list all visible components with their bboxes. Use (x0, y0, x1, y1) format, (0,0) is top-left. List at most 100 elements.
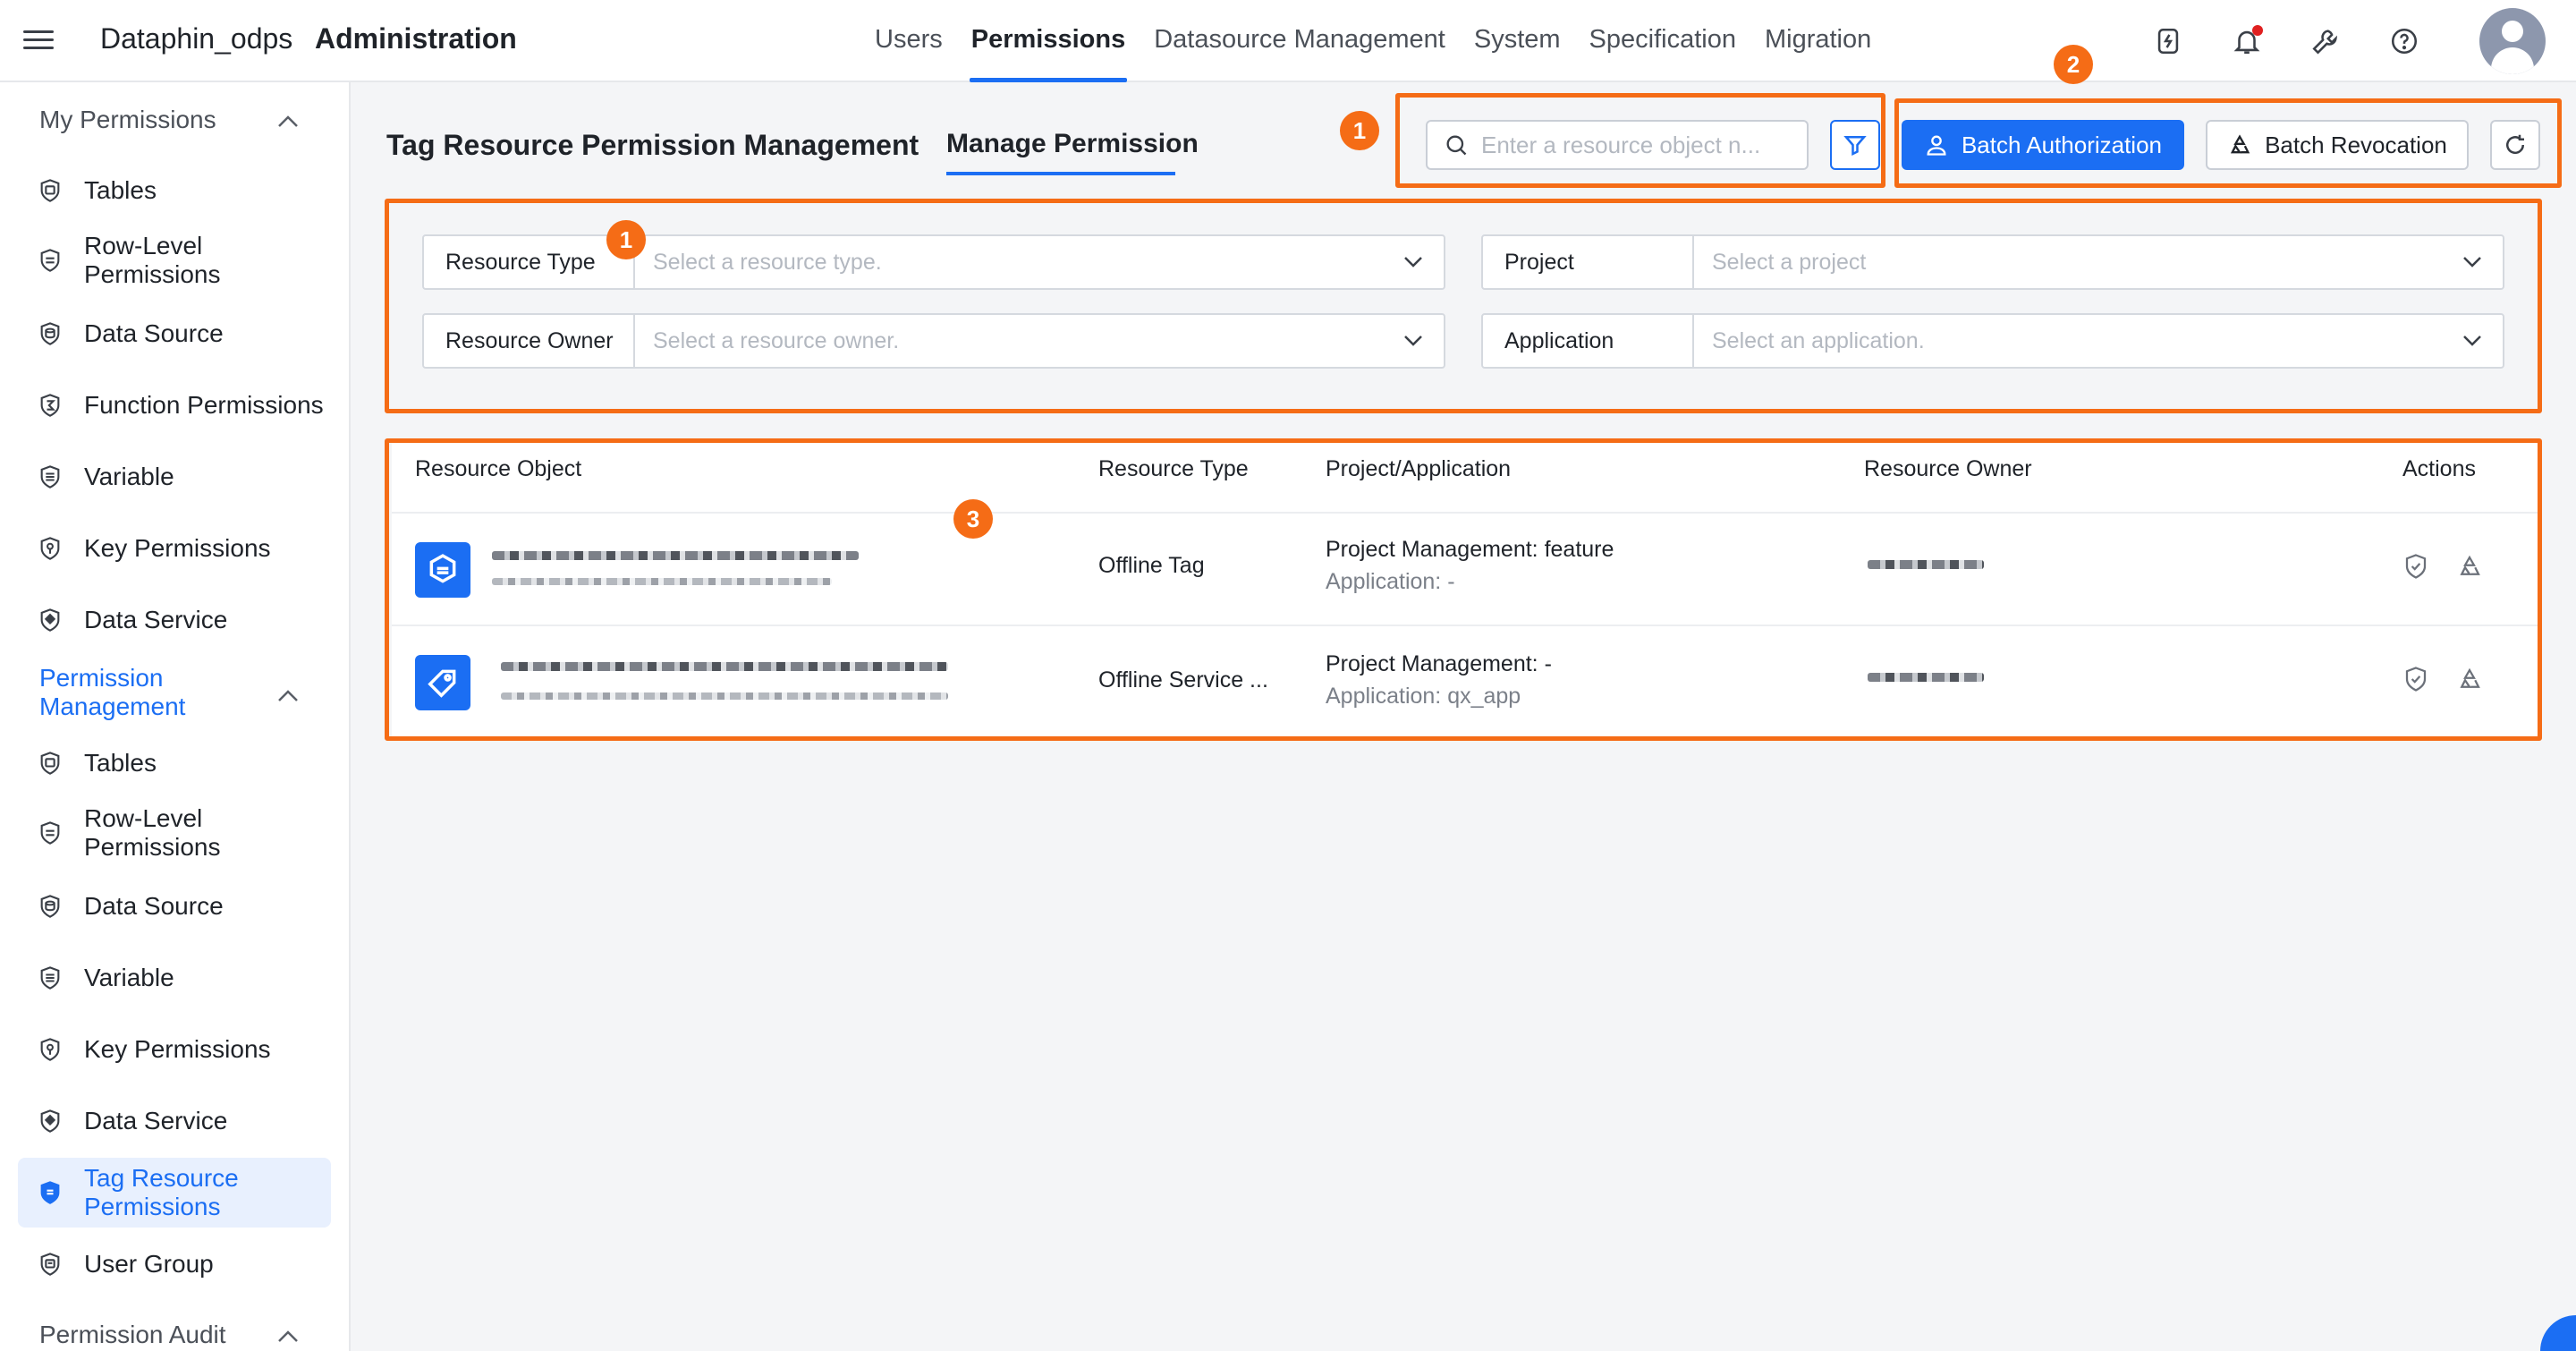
column-header-resource-owner: Resource Owner (1864, 456, 2032, 481)
sidebar-item-label: Function Permissions (84, 391, 324, 419)
project-cell: Project Management: feature (1326, 537, 1614, 562)
service-shield-icon (40, 1109, 60, 1133)
help-icon[interactable] (2386, 23, 2422, 59)
sidebar-item-my-data-service[interactable]: Data Service (18, 585, 331, 655)
floating-assistant-button[interactable] (2540, 1315, 2576, 1351)
chevron-up-icon[interactable] (275, 687, 301, 705)
workspace-name[interactable]: Dataphin_odps (100, 22, 292, 55)
tag-object-icon[interactable] (415, 542, 470, 598)
authorize-icon[interactable] (2402, 666, 2429, 692)
redacted-resource-name (492, 551, 859, 560)
sidebar-item-user-group[interactable]: User Group (18, 1229, 331, 1299)
sidebar-item-key[interactable]: Key Permissions (18, 1015, 331, 1084)
page-title: Tag Resource Permission Management (386, 129, 919, 161)
sidebar-group-permission-management[interactable]: Permission Management (39, 664, 281, 721)
sidebar-item-my-key[interactable]: Key Permissions (18, 514, 331, 583)
service-shield-icon (40, 608, 60, 632)
service-object-icon[interactable] (415, 655, 470, 710)
revoke-icon[interactable] (2456, 666, 2483, 692)
nav-permissions[interactable]: Permissions (957, 0, 1140, 82)
search-icon (1446, 135, 1467, 156)
chevron-down-icon (2463, 257, 2481, 268)
sidebar-item-row-level[interactable]: Row-Level Permissions (18, 798, 331, 868)
tab-manage-permission[interactable]: Manage Permission (946, 129, 1199, 159)
search-input[interactable] (1481, 131, 1803, 159)
shield-icon (40, 249, 60, 272)
annotation-badge: 1 (606, 220, 646, 259)
key-shield-icon (40, 537, 60, 560)
filter-label: Project (1483, 236, 1694, 288)
batch-revocation-button[interactable]: Batch Revocation (2206, 120, 2469, 170)
nav-migration[interactable]: Migration (1750, 0, 1885, 82)
authorize-icon[interactable] (2402, 553, 2429, 580)
sidebar-item-label: Row-Level Permissions (84, 804, 221, 861)
sidebar-item-data-service[interactable]: Data Service (18, 1086, 331, 1156)
nav-datasource-management[interactable]: Datasource Management (1140, 0, 1460, 82)
database-shield-icon (40, 322, 60, 345)
wrench-icon[interactable] (2308, 23, 2343, 59)
batch-authorization-button[interactable]: Batch Authorization (1902, 120, 2184, 170)
table-row[interactable]: Offline Tag Project Management: feature … (392, 512, 2540, 625)
refresh-button[interactable] (2490, 120, 2540, 170)
tab-active-indicator (946, 172, 1175, 175)
database-shield-icon (40, 895, 60, 918)
sidebar-item-label: Data Source (84, 892, 224, 920)
sidebar-group-my-permissions[interactable]: My Permissions (39, 106, 216, 134)
sidebar-item-label: Data Source (84, 319, 224, 347)
column-header-actions: Actions (2402, 456, 2476, 481)
resource-type-cell: Offline Tag (1098, 553, 1205, 578)
chevron-up-icon[interactable] (275, 1328, 301, 1346)
menu-icon[interactable] (23, 25, 54, 55)
sidebar-item-tag-resource-permissions[interactable]: Tag Resource Permissions (18, 1158, 331, 1228)
sidebar-item-label: Row-Level Permissions (84, 232, 221, 288)
top-header: Dataphin_odps Administration Users Permi… (0, 0, 2576, 82)
sidebar-item-my-data-source[interactable]: Data Source (18, 299, 331, 369)
avatar[interactable] (2479, 8, 2546, 74)
sidebar-group-permission-audit[interactable]: Permission Audit (39, 1321, 226, 1349)
chevron-up-icon[interactable] (275, 113, 301, 131)
column-header-resource-type: Resource Type (1098, 456, 1249, 481)
resource-type-cell: Offline Service ... (1098, 667, 1268, 692)
application-select[interactable]: Select an application. (1694, 315, 2503, 367)
filter-button[interactable] (1830, 120, 1880, 170)
shield-icon (40, 752, 60, 775)
resource-owner-select[interactable]: Select a resource owner. (635, 315, 1444, 367)
sidebar-item-my-variable[interactable]: Variable (18, 442, 331, 512)
project-select[interactable]: Select a project (1694, 236, 2503, 288)
revoke-icon[interactable] (2456, 553, 2483, 580)
nav-users[interactable]: Users (860, 0, 957, 82)
filter-resource-owner: Resource Owner Select a resource owner. (422, 313, 1445, 369)
column-header-resource-object: Resource Object (415, 456, 582, 481)
sidebar-item-label: Tables (84, 749, 157, 777)
sidebar-item-my-row-level[interactable]: Row-Level Permissions (18, 225, 331, 295)
filter-icon (1843, 136, 1867, 157)
sidebar-item-label: Key Permissions (84, 534, 271, 562)
bell-icon[interactable] (2229, 23, 2265, 59)
sidebar-item-my-tables[interactable]: Tables (18, 156, 331, 225)
function-shield-icon (40, 394, 60, 417)
resource-type-select[interactable]: Select a resource type. (635, 236, 1444, 288)
sidebar-item-variable[interactable]: Variable (18, 943, 331, 1013)
chevron-down-icon (1404, 257, 1422, 268)
batch-authorization-label: Batch Authorization (1961, 131, 2163, 158)
sidebar-item-data-source[interactable]: Data Source (18, 871, 331, 941)
power-icon[interactable] (2150, 23, 2186, 59)
sidebar-item-label: Variable (84, 463, 174, 490)
application-cell: Application: - (1326, 569, 1455, 594)
project-cell: Project Management: - (1326, 651, 1552, 676)
chevron-down-icon (1404, 336, 1422, 346)
sidebar-item-label: Data Service (84, 606, 228, 633)
table-row[interactable]: Offline Service ... Project Management: … (392, 625, 2540, 737)
sidebar-item-my-function[interactable]: Function Permissions (18, 370, 331, 440)
sidebar: My Permissions Tables Row-Level Permissi… (0, 82, 351, 1351)
nav-system[interactable]: System (1460, 0, 1575, 82)
search-box[interactable] (1426, 120, 1809, 170)
top-nav: Users Permissions Datasource Management … (860, 0, 1885, 82)
nav-specification[interactable]: Specification (1575, 0, 1750, 82)
sidebar-item-tables[interactable]: Tables (18, 728, 331, 798)
redacted-resource-name (501, 662, 948, 671)
tag-shield-icon (40, 1181, 60, 1204)
sidebar-item-label: Variable (84, 964, 174, 991)
filter-resource-type: Resource Type Select a resource type. (422, 234, 1445, 290)
select-placeholder: Select a resource type. (653, 249, 882, 275)
